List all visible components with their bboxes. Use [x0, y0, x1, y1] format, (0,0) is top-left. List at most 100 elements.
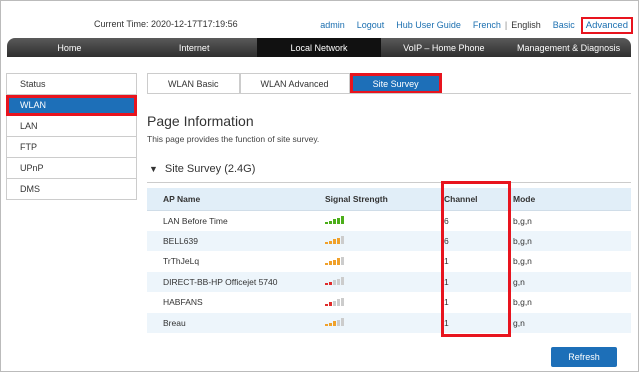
- tab-bar: WLAN Basic WLAN Advanced Site Survey: [147, 73, 442, 94]
- sidebar-item-dms[interactable]: DMS: [6, 179, 137, 200]
- signal-bar: [329, 322, 332, 327]
- ap-name-cell: BELL639: [147, 230, 315, 251]
- signal-bar: [329, 220, 332, 224]
- column-header-mode: Mode: [507, 188, 631, 211]
- basic-link[interactable]: Basic: [553, 20, 575, 30]
- signal-bar: [337, 217, 340, 224]
- sidebar-item-ftp[interactable]: FTP: [6, 137, 137, 158]
- signal-bar: [329, 261, 332, 265]
- channel-highlight-box: [441, 181, 511, 337]
- section-header[interactable]: ▼ Site Survey (2.4G): [149, 163, 255, 175]
- nav-home[interactable]: Home: [7, 38, 132, 57]
- signal-bar: [329, 281, 332, 286]
- page-description: This page provides the function of site …: [147, 134, 320, 144]
- signal-bar: [325, 283, 328, 286]
- signal-strength-icon: [325, 256, 344, 265]
- section-divider: [147, 182, 631, 183]
- signal-bar: [341, 318, 344, 327]
- mode-cell: g,n: [507, 271, 631, 292]
- signal-strength-cell: [315, 292, 437, 313]
- hub-user-guide-link[interactable]: Hub User Guide: [396, 20, 461, 30]
- signal-strength-cell: [315, 271, 437, 292]
- sidebar-item-lan[interactable]: LAN: [6, 116, 137, 137]
- logout-link[interactable]: Logout: [357, 20, 385, 30]
- ap-name-cell: DIRECT-BB-HP Officejet 5740: [147, 271, 315, 292]
- top-bar: Current Time: 2020-12-17T17:19:56 admin …: [0, 16, 639, 34]
- table-row: Breau 1 g,n: [147, 312, 631, 333]
- nav-voip-home-phone[interactable]: VoIP – Home Phone: [381, 38, 506, 57]
- signal-strength-icon: [325, 276, 344, 286]
- signal-strength-icon: [325, 317, 344, 327]
- site-survey-table: AP Name Signal Strength Channel Mode LAN…: [147, 188, 631, 333]
- signal-bar: [337, 258, 340, 265]
- column-header-ap-name: AP Name: [147, 188, 315, 211]
- sidebar-item-status[interactable]: Status: [6, 74, 137, 95]
- column-header-signal-strength: Signal Strength: [315, 188, 437, 211]
- signal-strength-icon: [325, 215, 344, 224]
- signal-bar: [341, 277, 344, 286]
- refresh-button[interactable]: Refresh: [551, 347, 617, 367]
- tab-wlan-basic[interactable]: WLAN Basic: [147, 73, 240, 94]
- signal-bar: [333, 259, 336, 265]
- tab-wlan-advanced[interactable]: WLAN Advanced: [239, 73, 350, 94]
- signal-bar: [333, 219, 336, 224]
- ap-name-cell: LAN Before Time: [163, 215, 228, 226]
- mode-cell: b,g,n: [513, 256, 532, 267]
- section-title: Site Survey (2.4G): [164, 163, 256, 175]
- current-time-label: Current Time:: [94, 19, 149, 29]
- current-time-value: 2020-12-17T17:19:56: [151, 19, 238, 29]
- advanced-link[interactable]: Advanced: [580, 16, 633, 34]
- mode-cell: b,g,n: [507, 230, 631, 251]
- signal-bar: [333, 239, 336, 245]
- signal-bar: [341, 256, 344, 265]
- sidebar: Status WLAN LAN FTP UPnP DMS: [6, 73, 137, 200]
- signal-bar: [337, 319, 340, 327]
- table-row: BELL639 6 b,g,n: [147, 230, 631, 251]
- current-time: Current Time: 2020-12-17T17:19:56: [94, 19, 238, 29]
- nav-management-diagnosis[interactable]: Management & Diagnosis: [506, 38, 631, 57]
- signal-bar: [329, 240, 332, 245]
- table-row: TrThJeLq 1 b,g,n: [147, 251, 631, 272]
- signal-bar: [341, 216, 344, 224]
- signal-bar: [325, 303, 328, 306]
- signal-bar: [337, 278, 340, 286]
- signal-strength-cell: [315, 210, 437, 231]
- table-row: LAN Before Time 6 b,g,n: [147, 210, 631, 231]
- mode-cell: b,g,n: [513, 215, 532, 226]
- sidebar-item-wlan[interactable]: WLAN: [6, 95, 137, 116]
- signal-strength-cell: [315, 251, 437, 272]
- signal-bar: [325, 242, 328, 245]
- table-row: DIRECT-BB-HP Officejet 5740 1 g,n: [147, 271, 631, 292]
- signal-bar: [337, 299, 340, 306]
- signal-strength-cell: [315, 312, 437, 333]
- page-title: Page Information: [147, 113, 254, 129]
- tab-site-survey[interactable]: Site Survey: [349, 73, 442, 94]
- signal-strength-icon: [325, 297, 344, 306]
- nav-local-network[interactable]: Local Network: [256, 38, 382, 57]
- ap-name-cell: HABFANS: [163, 297, 203, 308]
- signal-strength-icon: [325, 235, 344, 245]
- mode-cell: b,g,n: [513, 297, 532, 308]
- signal-bar: [325, 324, 328, 327]
- table-header-row: AP Name Signal Strength Channel Mode: [147, 188, 631, 211]
- tab-divider: [147, 93, 631, 94]
- ap-name-cell: TrThJeLq: [163, 256, 200, 267]
- table-row: HABFANS 1 b,g,n: [147, 292, 631, 313]
- nav-internet[interactable]: Internet: [132, 38, 257, 57]
- admin-link[interactable]: admin: [320, 20, 345, 30]
- french-link[interactable]: French: [473, 20, 501, 30]
- main-nav: Home Internet Local Network VoIP – Home …: [7, 38, 631, 57]
- signal-bar: [325, 262, 328, 265]
- collapse-triangle-icon[interactable]: ▼: [149, 164, 158, 174]
- signal-bar: [341, 297, 344, 306]
- english-label: English: [511, 20, 541, 30]
- signal-bar: [333, 300, 336, 306]
- sidebar-item-upnp[interactable]: UPnP: [6, 158, 137, 179]
- ap-name-cell: Breau: [147, 312, 315, 333]
- mode-cell: g,n: [507, 312, 631, 333]
- signal-bar: [341, 236, 344, 245]
- signal-bar: [325, 222, 328, 224]
- signal-strength-cell: [315, 230, 437, 251]
- signal-bar: [329, 302, 332, 306]
- signal-bar: [333, 321, 336, 327]
